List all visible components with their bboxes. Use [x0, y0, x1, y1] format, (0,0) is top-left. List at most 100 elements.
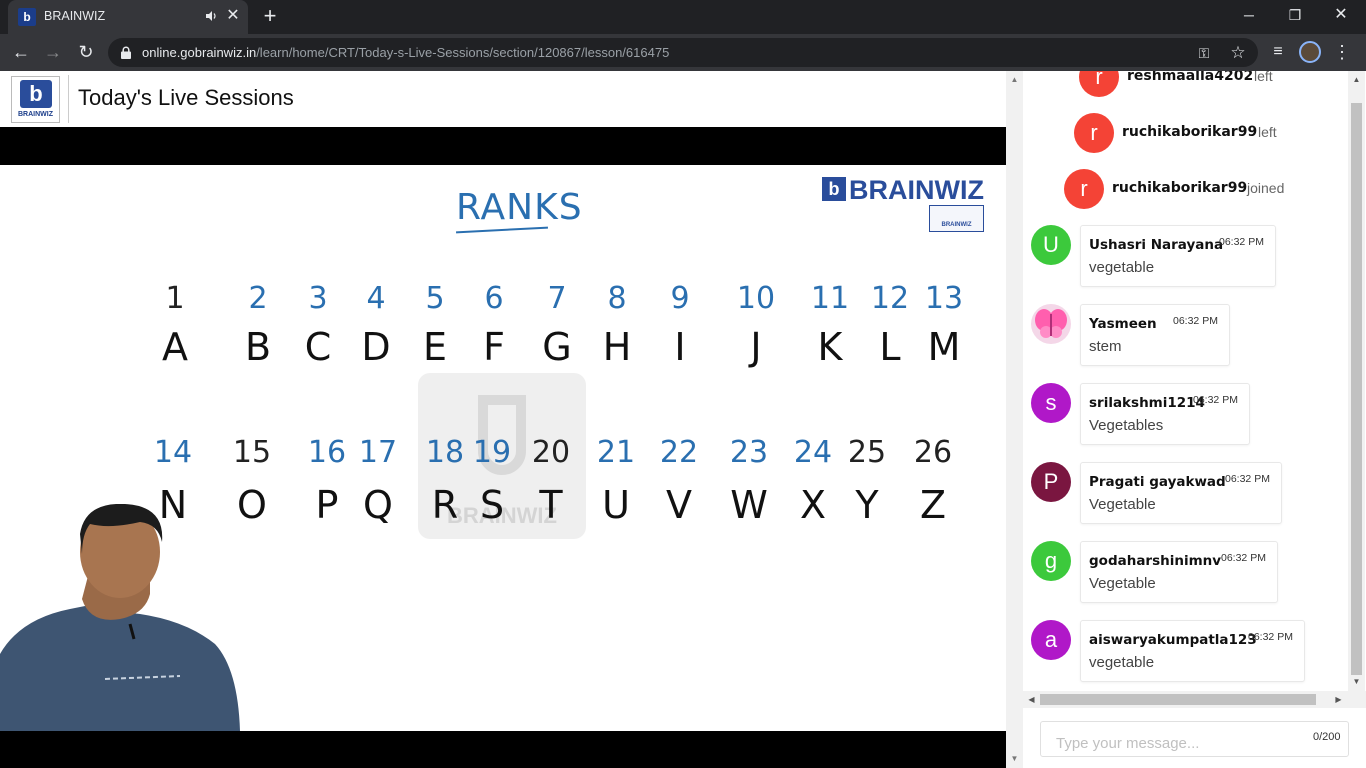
butterfly-icon — [1035, 309, 1067, 338]
alphabet-letter: T — [539, 483, 563, 527]
star-icon[interactable]: ☆ — [1228, 43, 1248, 63]
brand-letter: b — [822, 177, 846, 201]
event-action: left — [1254, 71, 1273, 84]
rank-number: 17 — [358, 435, 398, 470]
alphabet-letter: B — [244, 325, 272, 369]
alphabet-letter: D — [361, 325, 391, 369]
alphabet-letter: V — [666, 483, 692, 527]
event-action: joined — [1247, 180, 1285, 196]
butterfly-avatar-icon — [1031, 304, 1071, 344]
rank-number: 18 — [425, 435, 465, 470]
chat-message-input[interactable] — [1040, 721, 1349, 757]
alphabet-letter: R — [431, 483, 459, 527]
board-title: RANKS — [456, 187, 583, 228]
message-time: 06:32 PM — [1225, 473, 1270, 485]
chat-horizontal-scrollbar[interactable]: ◀ ▶ — [1023, 691, 1366, 708]
alphabet-letter: X — [799, 483, 827, 527]
message-bubble: srilakshmi1214 06:32 PM Vegetables — [1080, 383, 1250, 445]
restore-button[interactable]: ❐ — [1272, 0, 1318, 30]
chat-vertical-scrollbar[interactable]: ▲ ▼ — [1348, 71, 1365, 691]
alphabet-letter: J — [750, 325, 762, 369]
chat-panel: r reshmaalla4202 left r ruchikaborikar99… — [1023, 71, 1366, 768]
tab-close-icon[interactable]: ✕ — [224, 7, 242, 25]
chat-scroll-thumb[interactable] — [1351, 103, 1362, 675]
new-tab-button[interactable]: + — [258, 4, 282, 28]
brand-badge-text: BRAINWIZ — [941, 222, 972, 228]
message-author: Ushasri Narayana — [1089, 237, 1224, 253]
chat-scroll-left-arrow[interactable]: ◀ — [1023, 691, 1040, 708]
rank-number: 7 — [547, 281, 567, 316]
rank-number: 20 — [531, 435, 571, 470]
user-avatar: U — [1031, 225, 1071, 265]
chat-message: s srilakshmi1214 06:32 PM Vegetables — [1031, 383, 1331, 447]
message-text: Vegetables — [1089, 417, 1164, 434]
chat-scroll-right-arrow[interactable]: ▶ — [1330, 691, 1347, 708]
url-text[interactable]: online.gobrainwiz.in/learn/home/CRT/Toda… — [142, 45, 669, 60]
rank-number: 11 — [810, 281, 850, 316]
media-control-icon[interactable]: ≡ — [1266, 40, 1290, 64]
browser-tabstrip: b BRAINWIZ ✕ + ─ ❐ ✕ — [0, 0, 1366, 34]
user-avatar: r — [1064, 169, 1104, 209]
scroll-down-arrow[interactable]: ▼ — [1006, 752, 1023, 766]
page-scrollbar[interactable]: ▲ ▼ — [1006, 71, 1023, 768]
message-author: aiswaryakumpatla123 — [1089, 632, 1257, 648]
chat-scroll-up-arrow[interactable]: ▲ — [1348, 73, 1365, 87]
lock-icon[interactable] — [120, 46, 132, 59]
tab-title: BRAINWIZ — [44, 9, 106, 23]
back-button[interactable]: ← — [8, 39, 34, 65]
chat-message: a aiswaryakumpatla123 06:32 PM vegetable — [1031, 620, 1331, 684]
rank-number: 2 — [248, 281, 268, 316]
message-time: 06:32 PM — [1248, 631, 1293, 643]
presenter-video-icon — [0, 504, 240, 731]
browser-tab[interactable]: b BRAINWIZ ✕ — [8, 0, 248, 34]
reload-button[interactable]: ↻ — [73, 39, 99, 65]
rank-number: 9 — [670, 281, 690, 316]
alphabet-letter: L — [879, 325, 901, 369]
message-text: Vegetable — [1089, 575, 1156, 592]
rank-number: 6 — [484, 281, 504, 316]
window-close-button[interactable]: ✕ — [1318, 0, 1364, 30]
menu-icon[interactable]: ⋮ — [1330, 40, 1354, 64]
message-bubble: aiswaryakumpatla123 06:32 PM vegetable — [1080, 620, 1305, 682]
forward-button[interactable]: → — [40, 39, 66, 65]
alphabet-letter: M — [927, 325, 961, 369]
logo-letter: b — [20, 80, 52, 108]
speaker-icon[interactable] — [204, 9, 218, 23]
alphabet-letter: W — [730, 483, 768, 527]
rank-number: 15 — [232, 435, 272, 470]
message-text: Vegetable — [1089, 496, 1156, 513]
message-time: 06:32 PM — [1221, 552, 1266, 564]
chat-hscroll-thumb[interactable] — [1040, 694, 1316, 705]
rank-number: 10 — [736, 281, 776, 316]
minimize-button[interactable]: ─ — [1226, 0, 1272, 30]
rank-number: 25 — [847, 435, 887, 470]
user-avatar: r — [1079, 71, 1119, 97]
brainwiz-logo[interactable]: b BRAINWIZ — [11, 76, 60, 123]
key-icon[interactable]: ⚿ — [1194, 43, 1214, 63]
message-text: stem — [1089, 338, 1122, 355]
header-divider — [68, 75, 69, 123]
rank-number: 13 — [924, 281, 964, 316]
alphabet-letter: S — [479, 483, 505, 527]
message-time: 06:32 PM — [1193, 394, 1238, 406]
scroll-up-arrow[interactable]: ▲ — [1006, 73, 1023, 87]
alphabet-letter: K — [817, 325, 843, 369]
profile-avatar[interactable] — [1299, 41, 1321, 63]
message-time: 06:32 PM — [1219, 236, 1264, 248]
video-player[interactable]: RANKS b BRAINWIZ BRAINWIZ BRAINWIZ 1 A 2 B 3… — [0, 127, 1006, 768]
brand-badge: BRAINWIZ — [929, 205, 984, 232]
address-bar[interactable]: online.gobrainwiz.in/learn/home/CRT/Toda… — [108, 38, 1258, 67]
rank-number: 26 — [913, 435, 953, 470]
rank-number: 1 — [165, 281, 185, 316]
rank-number: 8 — [607, 281, 627, 316]
chat-scroll-down-arrow[interactable]: ▼ — [1348, 675, 1365, 689]
chat-message: g godaharshinimnv 06:32 PM Vegetable — [1031, 541, 1331, 605]
whiteboard: RANKS b BRAINWIZ BRAINWIZ BRAINWIZ 1 A 2 B 3… — [0, 165, 1006, 731]
user-avatar: g — [1031, 541, 1071, 581]
character-count: 0/200 — [1313, 731, 1341, 743]
rank-number: 3 — [308, 281, 328, 316]
alphabet-letter: G — [542, 325, 572, 369]
message-author: Pragati gayakwad — [1089, 474, 1226, 490]
chat-messages[interactable]: r reshmaalla4202 left r ruchikaborikar99… — [1023, 71, 1348, 691]
alphabet-letter: P — [315, 483, 339, 527]
